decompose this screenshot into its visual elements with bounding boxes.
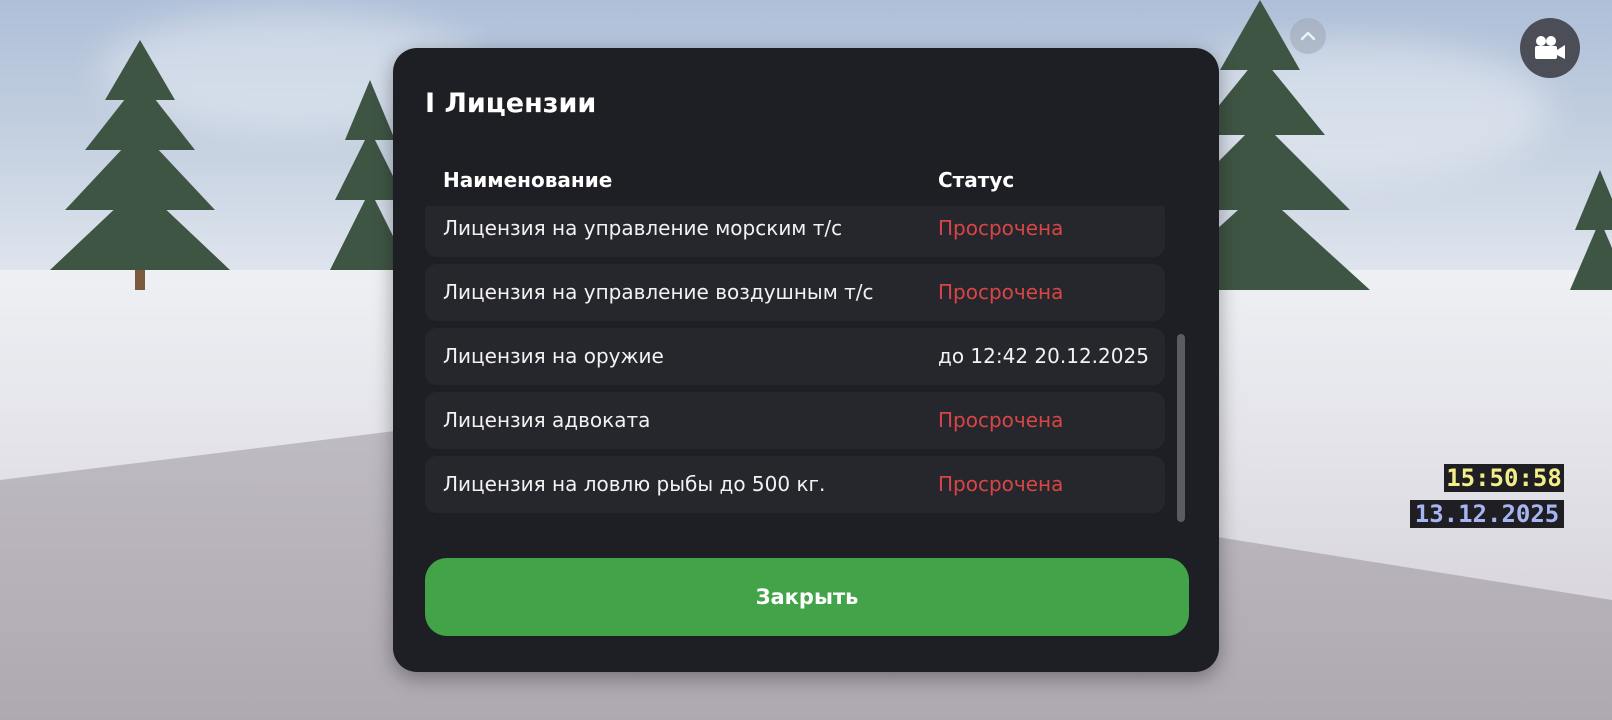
- table-row: Лицензия на управление морским т/с Проср…: [425, 206, 1165, 257]
- table-row: Лицензия адвоката Просрочена: [425, 392, 1165, 449]
- modal-title: I Лицензии: [425, 88, 597, 119]
- hud-clock: 15:50:58: [1444, 464, 1564, 492]
- camera-icon: [1535, 36, 1565, 59]
- table-row: Лицензия на управление воздушным т/с Про…: [425, 264, 1165, 321]
- license-name: Лицензия на управление воздушным т/с: [443, 280, 874, 304]
- pine-tree: [50, 20, 230, 290]
- table-row: Лицензия на ловлю рыбы до 500 кг. Просро…: [425, 456, 1165, 513]
- license-name: Лицензия на ловлю рыбы до 500 кг.: [443, 472, 826, 496]
- pine-tree: [1570, 170, 1612, 290]
- camera-button[interactable]: [1520, 18, 1580, 78]
- chevron-up-icon: [1300, 31, 1316, 41]
- license-status: до 12:42 20.12.2025: [938, 344, 1149, 368]
- column-header-name: Наименование: [443, 168, 613, 192]
- list-scrollbar[interactable]: [1177, 334, 1185, 522]
- licenses-modal: I Лицензии Наименование Статус Лицензия …: [393, 48, 1219, 672]
- licenses-list[interactable]: Лицензия на управление морским т/с Проср…: [425, 206, 1165, 564]
- license-status: Просрочена: [938, 472, 1064, 496]
- license-status: Просрочена: [938, 216, 1064, 240]
- license-status: Просрочена: [938, 408, 1064, 432]
- license-name: Лицензия на управление морским т/с: [443, 216, 843, 240]
- close-button[interactable]: Закрыть: [425, 558, 1189, 636]
- license-name: Лицензия адвоката: [443, 408, 651, 432]
- collapse-button[interactable]: [1290, 18, 1326, 54]
- column-header-status: Статус: [938, 168, 1015, 192]
- table-row: Лицензия на оружие до 12:42 20.12.2025: [425, 328, 1165, 385]
- hud-date: 13.12.2025: [1410, 500, 1564, 528]
- license-status: Просрочена: [938, 280, 1064, 304]
- license-name: Лицензия на оружие: [443, 344, 664, 368]
